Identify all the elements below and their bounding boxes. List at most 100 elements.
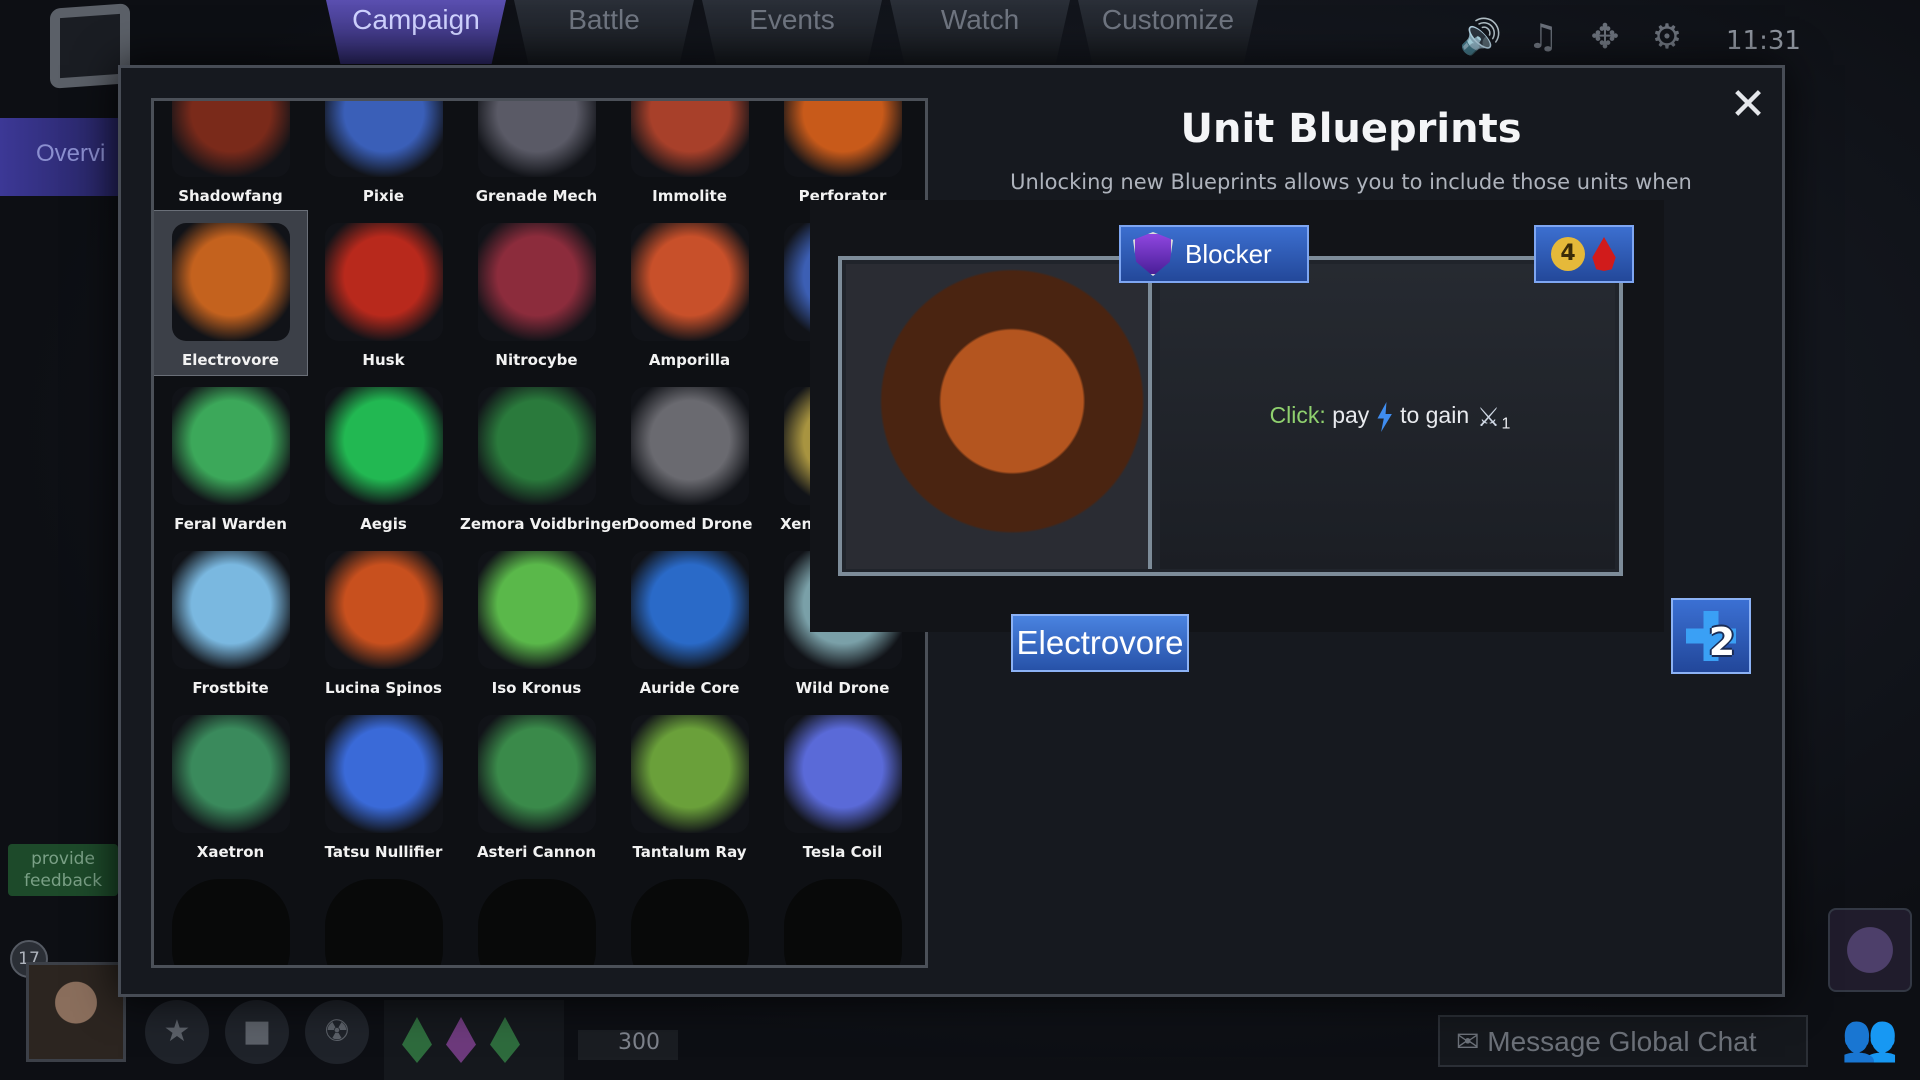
unit-name: Feral Warden	[174, 515, 287, 533]
locked-unit-silhouette	[631, 879, 749, 965]
chat-placeholder: Message Global Chat	[1487, 1026, 1757, 1057]
unit-name: Doomed Drone	[626, 515, 753, 533]
unit-cell[interactable]: Zemora Voidbringer	[460, 375, 629, 539]
unit-cell[interactable]: Asteri Cannon	[460, 703, 613, 867]
unit-name: Lucina Spinos	[325, 679, 442, 697]
unit-portrait	[631, 551, 749, 669]
unit-cell[interactable]: Iso Kronus	[460, 539, 613, 703]
trait-badge: Blocker	[1119, 225, 1309, 283]
unit-cell[interactable]: Tesla Coil	[766, 703, 919, 867]
unit-portrait	[172, 223, 290, 341]
unit-cell[interactable]: Shadowfang	[154, 101, 307, 211]
unit-portrait	[631, 715, 749, 833]
locked-unit-silhouette	[172, 879, 290, 965]
fullscreen-icon[interactable]: ✥	[1584, 16, 1626, 58]
speaker-icon[interactable]: 🔊	[1460, 16, 1502, 58]
tab-battle[interactable]: Battle	[514, 0, 694, 64]
locked-unit-silhouette	[478, 879, 596, 965]
gold-cost-icon: 4	[1551, 237, 1585, 271]
feedback-button[interactable]: provide feedback	[8, 844, 118, 896]
unit-portrait	[325, 551, 443, 669]
ability-pay: pay	[1332, 402, 1370, 429]
unit-portrait	[478, 551, 596, 669]
unit-cell[interactable]: Nitrocybe	[460, 211, 613, 375]
unit-name: Tesla Coil	[802, 843, 883, 861]
unit-card-art	[846, 264, 1152, 569]
unit-cell[interactable]: Perforator	[766, 101, 919, 211]
global-chat-input[interactable]: ✉ Message Global Chat	[1438, 1015, 1808, 1067]
unit-cell[interactable]: Husk	[307, 211, 460, 375]
unit-portrait	[478, 715, 596, 833]
unit-cell[interactable]: Amporilla	[613, 211, 766, 375]
unit-name: Shadowfang	[178, 187, 283, 205]
resource-bar	[384, 1000, 564, 1080]
unit-name: Pixie	[362, 187, 405, 205]
overview-tab[interactable]: Overvi	[0, 118, 120, 196]
unit-cell[interactable]: Lucina Spinos	[307, 539, 460, 703]
unit-portrait	[172, 715, 290, 833]
unit-grid: Shadowfang Pixie Grenade Mech Immolite Perfo…	[154, 101, 914, 965]
mail-icon: ✉	[1456, 1026, 1480, 1057]
unit-cell[interactable]: Pixie	[307, 101, 460, 211]
locked-unit-silhouette	[325, 879, 443, 965]
unit-cell[interactable]: Xaetron	[154, 703, 307, 867]
trait-label: Blocker	[1185, 238, 1272, 269]
unit-portrait	[784, 101, 902, 177]
unit-cell[interactable]: Electrovore	[154, 210, 308, 376]
tab-campaign[interactable]: Campaign	[326, 0, 506, 64]
ability-attack-value: 1	[1501, 415, 1511, 433]
settings-icons: 🔊 ♫ ✥ ⚙	[1460, 16, 1688, 58]
unit-cell[interactable]: Auride Core	[613, 539, 766, 703]
friends-icon[interactable]: 👥	[1828, 1010, 1912, 1078]
unit-name: Zemora Voidbringer	[460, 515, 629, 533]
tab-events[interactable]: Events	[702, 0, 882, 64]
shield-icon	[1133, 232, 1173, 276]
unit-name: Grenade Mech	[475, 187, 598, 205]
green-crystal-icon	[402, 1017, 432, 1063]
unit-name: Husk	[362, 351, 405, 369]
unit-cell[interactable]: Grenade Mech	[460, 101, 613, 211]
ability-gain: to gain	[1400, 402, 1470, 429]
locked-unit-cell	[307, 867, 460, 965]
radiation-icon[interactable]: ☢	[305, 1000, 369, 1064]
unit-cell[interactable]: Tantalum Ray	[613, 703, 766, 867]
unit-portrait	[784, 715, 902, 833]
attack-icon: ⚔	[1476, 402, 1501, 432]
unit-name: Tatsu Nullifier	[324, 843, 443, 861]
music-icon[interactable]: ♫	[1522, 16, 1564, 58]
unit-name: Electrovore	[182, 351, 279, 369]
unit-cell[interactable]: Immolite	[613, 101, 766, 211]
unit-name: Tantalum Ray	[632, 843, 747, 861]
unit-cell[interactable]: Aegis	[307, 375, 460, 539]
player-avatar[interactable]	[26, 962, 126, 1062]
unit-portrait	[172, 101, 290, 177]
unit-name: Amporilla	[648, 351, 731, 369]
unit-name: Aegis	[360, 515, 407, 533]
unit-portrait	[631, 101, 749, 177]
locked-unit-cell	[766, 867, 919, 965]
tab-watch[interactable]: Watch	[890, 0, 1070, 64]
top-nav: Campaign Battle Events Watch Customize	[326, 0, 1258, 64]
unit-portrait	[172, 551, 290, 669]
unit-cell[interactable]: Frostbite	[154, 539, 307, 703]
tab-customize[interactable]: Customize	[1078, 0, 1258, 64]
unit-name-plate: Electrovore	[1011, 614, 1189, 672]
unit-name: Auride Core	[639, 679, 740, 697]
unit-cell[interactable]: Feral Warden	[154, 375, 307, 539]
badge-icon[interactable]: ★	[145, 1000, 209, 1064]
ability-text: Click: pay to gain ⚔1	[1200, 402, 1580, 434]
globe-icon[interactable]	[1828, 908, 1912, 992]
purple-crystal-icon	[446, 1017, 476, 1063]
unit-cell[interactable]: Tatsu Nullifier	[307, 703, 460, 867]
gear-icon[interactable]: ⚙	[1646, 16, 1688, 58]
deck-icon[interactable]: ■	[225, 1000, 289, 1064]
unit-name: Frostbite	[192, 679, 269, 697]
unit-portrait	[631, 387, 749, 505]
unit-cell[interactable]: Doomed Drone	[613, 375, 766, 539]
locked-unit-cell	[154, 867, 307, 965]
cost-badge: 4	[1534, 225, 1634, 283]
unit-portrait	[172, 387, 290, 505]
unit-name: Immolite	[652, 187, 727, 205]
locked-unit-cell	[460, 867, 613, 965]
close-button[interactable]: ✕	[1725, 83, 1771, 130]
